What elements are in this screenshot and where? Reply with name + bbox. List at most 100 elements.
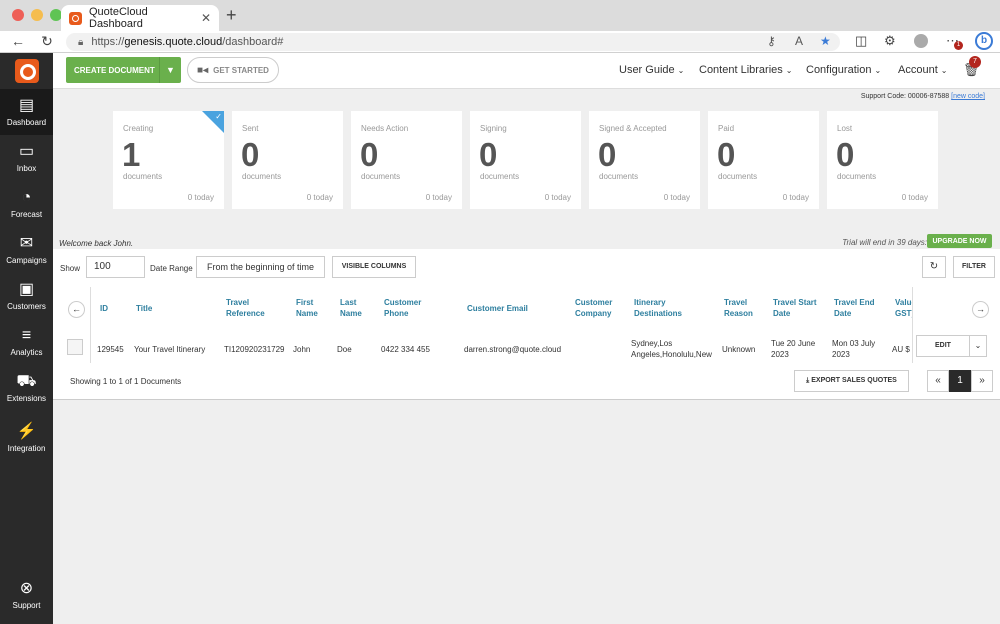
col-customer-email[interactable]: Customer Email bbox=[467, 303, 528, 314]
status-card-creating[interactable]: ✓ Creating 1 documents 0 today bbox=[113, 111, 224, 209]
visible-columns-button[interactable]: VISIBLE COLUMNS bbox=[332, 256, 416, 278]
col-travel-end-date[interactable]: Travel End Date bbox=[834, 297, 879, 319]
create-document-label: CREATE DOCUMENT bbox=[74, 65, 155, 75]
browser-tab[interactable]: QuoteCloud Dashboard ✕ bbox=[61, 5, 219, 31]
status-card-lost[interactable]: Lost 0 documents 0 today bbox=[827, 111, 938, 209]
favorite-star-icon[interactable]: ★ bbox=[820, 34, 831, 48]
sidebar-item-customers[interactable]: ▣ Customers bbox=[0, 273, 53, 319]
sidebar-item-dashboard[interactable]: ▤ Dashboard bbox=[0, 89, 53, 135]
extensions-icon[interactable]: ⚙ bbox=[884, 33, 896, 49]
welcome-message: Welcome back John. bbox=[59, 239, 134, 248]
card-count: 0 bbox=[836, 136, 855, 173]
edit-button[interactable]: EDIT bbox=[916, 335, 970, 357]
split-screen-icon[interactable]: ◫ bbox=[855, 33, 867, 49]
sidebar-item-extensions[interactable]: ⛟ Extensions bbox=[0, 365, 53, 411]
back-icon[interactable]: ← bbox=[4, 33, 32, 49]
card-today: 0 today bbox=[306, 193, 333, 202]
sidebar-item-label: Campaigns bbox=[6, 256, 47, 265]
video-camera-icon: ■◂ bbox=[197, 64, 209, 76]
scroll-left-icon[interactable]: ← bbox=[68, 301, 85, 318]
menu-user-guide[interactable]: User Guide ⌄ bbox=[619, 64, 684, 76]
gauge-icon: ◔ bbox=[21, 189, 32, 206]
cell-itinerary-destinations: Sydney,Los Angeles,Honolulu,New bbox=[631, 339, 712, 359]
upgrade-now-button[interactable]: UPGRADE NOW bbox=[927, 234, 992, 248]
notification-badge: 1 bbox=[954, 41, 963, 50]
date-range-input[interactable]: From the beginning of time bbox=[196, 256, 325, 278]
table-divider bbox=[912, 287, 913, 363]
sidebar-item-label: Integration bbox=[7, 444, 46, 453]
refresh-icon[interactable]: ↻ bbox=[922, 256, 946, 278]
menu-label: Account bbox=[898, 64, 938, 76]
first-page-icon[interactable]: « bbox=[927, 370, 949, 392]
page-size-input[interactable]: 100 bbox=[86, 256, 145, 278]
sidebar-item-label: Support bbox=[12, 601, 41, 610]
new-tab-icon[interactable]: + bbox=[226, 5, 237, 26]
col-title[interactable]: Title bbox=[136, 303, 152, 314]
profile-avatar[interactable] bbox=[914, 34, 928, 48]
trash-count-badge: 7 bbox=[969, 56, 981, 68]
status-card-paid[interactable]: Paid 0 documents 0 today bbox=[708, 111, 819, 209]
get-started-button[interactable]: ■◂ GET STARTED bbox=[187, 57, 279, 83]
col-itinerary-destinations[interactable]: Itinerary Destinations bbox=[634, 297, 694, 319]
url-field[interactable]: 🔒︎ https://genesis.quote.cloud/dashboard… bbox=[66, 33, 840, 51]
card-label: Lost bbox=[837, 124, 853, 133]
sidebar-item-support[interactable]: ⊗ Support bbox=[0, 572, 53, 618]
close-tab-icon[interactable]: ✕ bbox=[201, 11, 211, 25]
chevron-down-icon[interactable]: ▼ bbox=[159, 57, 181, 83]
support-code: Support Code: 00006-87588 [new code] bbox=[861, 93, 985, 100]
reload-icon[interactable]: ↻ bbox=[33, 33, 61, 50]
col-travel-reason[interactable]: Travel Reason bbox=[724, 297, 759, 319]
top-nav: CREATE DOCUMENT ▼ ■◂ GET STARTED User Guid… bbox=[53, 53, 1000, 89]
close-window-button[interactable] bbox=[12, 9, 24, 21]
page-number-button[interactable]: 1 bbox=[949, 370, 971, 392]
status-card-signed-accepted[interactable]: Signed & Accepted 0 documents 0 today bbox=[589, 111, 700, 209]
cell-travel-end-date: Mon 03 July 2023 bbox=[832, 339, 876, 359]
new-code-link[interactable]: [new code] bbox=[951, 93, 985, 100]
sidebar-item-analytics[interactable]: ≡ Analytics bbox=[0, 319, 53, 365]
app: ▤ Dashboard ▭ Inbox ◔ Forecast ✉ Campaigns ▣… bbox=[0, 53, 1000, 624]
cart-icon: ⛟ bbox=[16, 373, 37, 390]
col-last-name[interactable]: Last Name bbox=[340, 297, 370, 319]
copilot-icon[interactable]: b bbox=[975, 32, 993, 50]
logo[interactable] bbox=[0, 53, 53, 89]
col-value[interactable]: Value GST) bbox=[895, 297, 912, 319]
scroll-right-icon[interactable]: → bbox=[972, 301, 989, 318]
sidebar-item-integration[interactable]: ⚡ Integration bbox=[0, 411, 53, 465]
filter-button[interactable]: FILTER bbox=[953, 256, 995, 278]
card-unit: documents bbox=[599, 172, 639, 181]
card-label: Creating bbox=[123, 124, 154, 133]
show-label: Show bbox=[60, 264, 81, 273]
cell-first-name: John bbox=[293, 345, 311, 354]
menu-content-libraries[interactable]: Content Libraries ⌄ bbox=[699, 64, 792, 76]
card-unit: documents bbox=[718, 172, 758, 181]
lifebuoy-icon: ⊗ bbox=[19, 580, 34, 597]
status-card-signing[interactable]: Signing 0 documents 0 today bbox=[470, 111, 581, 209]
sidebar-item-forecast[interactable]: ◔ Forecast bbox=[0, 181, 53, 227]
export-sales-quotes-button[interactable]: ⤓ EXPORT SALES QUOTES bbox=[794, 370, 909, 392]
status-card-needs-action[interactable]: Needs Action 0 documents 0 today bbox=[351, 111, 462, 209]
read-aloud-icon[interactable]: A bbox=[795, 34, 803, 48]
status-cards: ✓ Creating 1 documents 0 today Sent 0 do… bbox=[113, 111, 938, 209]
last-page-icon[interactable]: » bbox=[971, 370, 993, 392]
menu-account[interactable]: Account ⌄ bbox=[898, 64, 947, 76]
minimize-window-button[interactable] bbox=[31, 9, 43, 21]
create-document-button[interactable]: CREATE DOCUMENT ▼ bbox=[66, 57, 181, 83]
key-icon[interactable]: ⚷ bbox=[767, 34, 776, 48]
row-checkbox[interactable] bbox=[67, 339, 83, 355]
col-id[interactable]: ID bbox=[100, 303, 108, 314]
col-travel-start-date[interactable]: Travel Start Date bbox=[773, 297, 818, 319]
sidebar-item-inbox[interactable]: ▭ Inbox bbox=[0, 135, 53, 181]
col-first-name[interactable]: First Name bbox=[296, 297, 326, 319]
sidebar-item-label: Extensions bbox=[6, 394, 47, 403]
card-label: Sent bbox=[242, 124, 259, 133]
menu-configuration[interactable]: Configuration ⌄ bbox=[806, 64, 881, 76]
status-card-sent[interactable]: Sent 0 documents 0 today bbox=[232, 111, 343, 209]
chevron-down-icon[interactable]: ⌄ bbox=[969, 335, 987, 357]
address-bar-row: ← ↻ 🔒︎ https://genesis.quote.cloud/dashb… bbox=[0, 31, 1000, 53]
cell-last-name: Doe bbox=[337, 345, 352, 354]
col-customer-company[interactable]: Customer Company bbox=[575, 297, 620, 319]
col-customer-phone[interactable]: Customer Phone bbox=[384, 297, 429, 319]
sidebar-item-campaigns[interactable]: ✉ Campaigns bbox=[0, 227, 53, 273]
col-travel-reference[interactable]: Travel Reference bbox=[226, 297, 276, 319]
cell-travel-reason: Unknown bbox=[722, 345, 756, 354]
